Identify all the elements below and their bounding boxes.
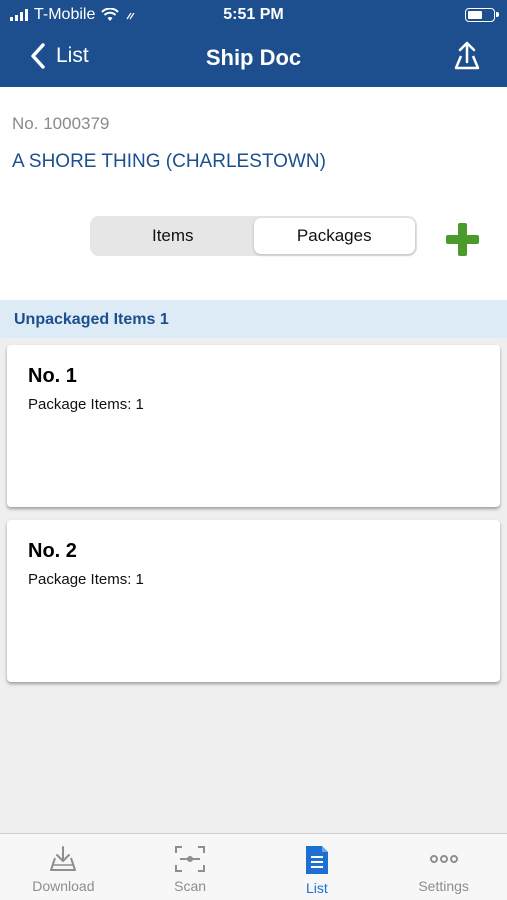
package-title: No. 2 bbox=[28, 540, 77, 562]
package-title: No. 1 bbox=[28, 365, 77, 387]
share-button[interactable] bbox=[453, 40, 481, 77]
section-header: Unpackaged Items 1 bbox=[0, 300, 507, 338]
document-header: No. 1000379 A SHORE THING (CHARLESTOWN) … bbox=[0, 87, 507, 300]
tab-list[interactable]: List bbox=[254, 834, 381, 900]
status-bar: T-Mobile 5:51 PM bbox=[0, 0, 507, 30]
segment-items[interactable]: Items bbox=[92, 218, 254, 254]
package-card[interactable]: No. 1 Package Items: 1 bbox=[7, 345, 500, 507]
navigation-bar: List Ship Doc bbox=[0, 30, 507, 87]
scan-icon bbox=[175, 846, 206, 872]
segmented-control: Items Packages bbox=[90, 216, 417, 256]
tab-scan[interactable]: Scan bbox=[127, 834, 254, 900]
tab-scan-label: Scan bbox=[174, 878, 207, 894]
add-package-button[interactable] bbox=[446, 223, 480, 257]
tab-settings[interactable]: Settings bbox=[380, 834, 507, 900]
package-item-count: Package Items: 1 bbox=[28, 396, 144, 413]
tab-list-label: List bbox=[305, 880, 328, 896]
page-title: Ship Doc bbox=[205, 45, 302, 70]
document-number-value: 1000379 bbox=[43, 114, 110, 133]
document-number: No. 1000379 bbox=[12, 114, 109, 134]
battery-icon bbox=[465, 8, 499, 22]
tab-download-label: Download bbox=[32, 878, 95, 894]
segment-packages[interactable]: Packages bbox=[253, 218, 415, 254]
tab-download[interactable]: Download bbox=[0, 834, 127, 900]
list-document-icon bbox=[305, 846, 328, 874]
package-item-count: Package Items: 1 bbox=[28, 571, 144, 588]
customer-name: A SHORE THING (CHARLESTOWN) bbox=[12, 151, 326, 172]
tab-bar: Download Scan List Settings bbox=[0, 833, 507, 900]
tab-settings-label: Settings bbox=[418, 878, 469, 894]
package-card[interactable]: No. 2 Package Items: 1 bbox=[7, 520, 500, 682]
status-time: 5:51 PM bbox=[223, 6, 284, 23]
ellipsis-icon bbox=[429, 855, 458, 863]
top-bar: T-Mobile 5:51 PM List Ship Doc bbox=[0, 0, 507, 87]
download-icon bbox=[50, 846, 77, 871]
document-number-label: No. bbox=[12, 114, 39, 133]
share-upload-icon bbox=[454, 41, 480, 70]
